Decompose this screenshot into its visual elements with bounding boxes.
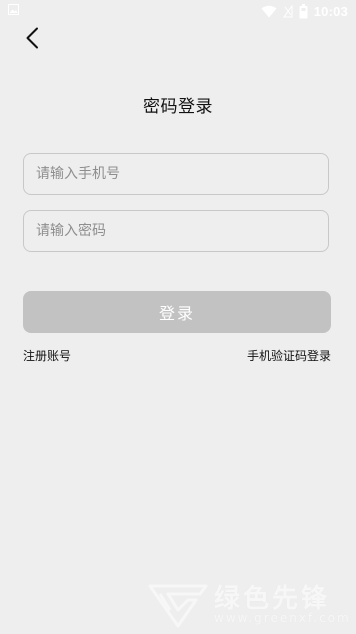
- back-button[interactable]: [18, 24, 46, 52]
- phone-input[interactable]: [24, 154, 328, 194]
- wifi-icon: [261, 5, 277, 17]
- status-time: 10:03: [313, 3, 348, 19]
- status-icons: 10:03: [261, 2, 348, 20]
- image-icon: [8, 4, 19, 15]
- watermark-logo-icon: [148, 584, 208, 628]
- password-input[interactable]: [24, 211, 328, 251]
- chevron-left-icon: [26, 27, 38, 49]
- battery-icon: [299, 3, 308, 18]
- login-screen: 10:03 密码登录 登录 注册账号 手机验证码登录 绿色先锋 www.gree…: [0, 0, 356, 634]
- status-bar: 10:03: [0, 0, 356, 22]
- page-title: 密码登录: [143, 97, 213, 117]
- watermark-url: www.greenxf.com: [214, 611, 351, 625]
- register-link[interactable]: 注册账号: [23, 347, 71, 364]
- password-field[interactable]: [23, 210, 329, 252]
- login-button[interactable]: 登录: [23, 291, 331, 333]
- signal-icon: [282, 4, 293, 17]
- sms-login-link[interactable]: 手机验证码登录: [247, 347, 331, 364]
- watermark: 绿色先锋 www.greenxf.com: [148, 578, 354, 630]
- watermark-text: 绿色先锋: [214, 584, 331, 614]
- phone-field[interactable]: [23, 153, 329, 195]
